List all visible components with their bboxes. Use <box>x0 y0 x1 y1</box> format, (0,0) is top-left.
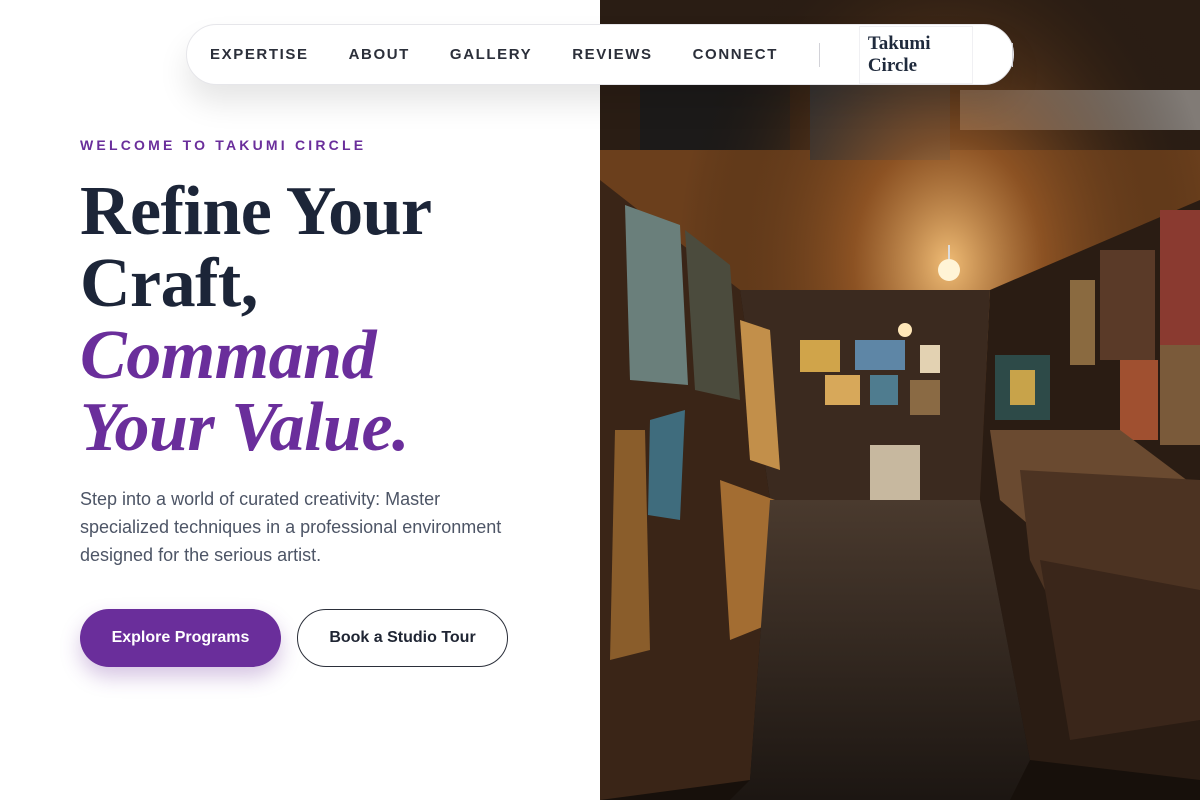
nav-link-connect[interactable]: CONNECT <box>693 46 778 63</box>
explore-programs-button[interactable]: Explore Programs <box>80 609 281 667</box>
hero-image <box>600 0 1200 800</box>
nav-divider <box>1012 42 1013 67</box>
top-navigation: EXPERTISE ABOUT GALLERY REVIEWS CONNECT … <box>186 24 1014 85</box>
nav-divider <box>819 42 820 67</box>
gallery-corridor-illustration <box>600 0 1200 800</box>
headline-line-1: Refine Your <box>80 173 432 250</box>
headline-accent-line-2: Your Value. <box>80 389 410 466</box>
hero-description: Step into a world of curated creativity:… <box>80 489 502 565</box>
nav-link-gallery[interactable]: GALLERY <box>450 46 532 63</box>
hero-headline: Refine Your Craft, Command Your Value. <box>80 176 432 464</box>
brand-logo[interactable]: Takumi Circle <box>859 26 973 83</box>
headline-accent-line-1: Command <box>80 317 377 394</box>
nav-link-reviews[interactable]: REVIEWS <box>572 46 652 63</box>
book-studio-tour-button[interactable]: Book a Studio Tour <box>297 609 508 667</box>
nav-link-expertise[interactable]: EXPERTISE <box>210 46 309 63</box>
headline-line-2: Craft, <box>80 245 258 322</box>
nav-link-about[interactable]: ABOUT <box>349 46 410 63</box>
hero-eyebrow: WELCOME TO TAKUMI CIRCLE <box>80 137 367 153</box>
